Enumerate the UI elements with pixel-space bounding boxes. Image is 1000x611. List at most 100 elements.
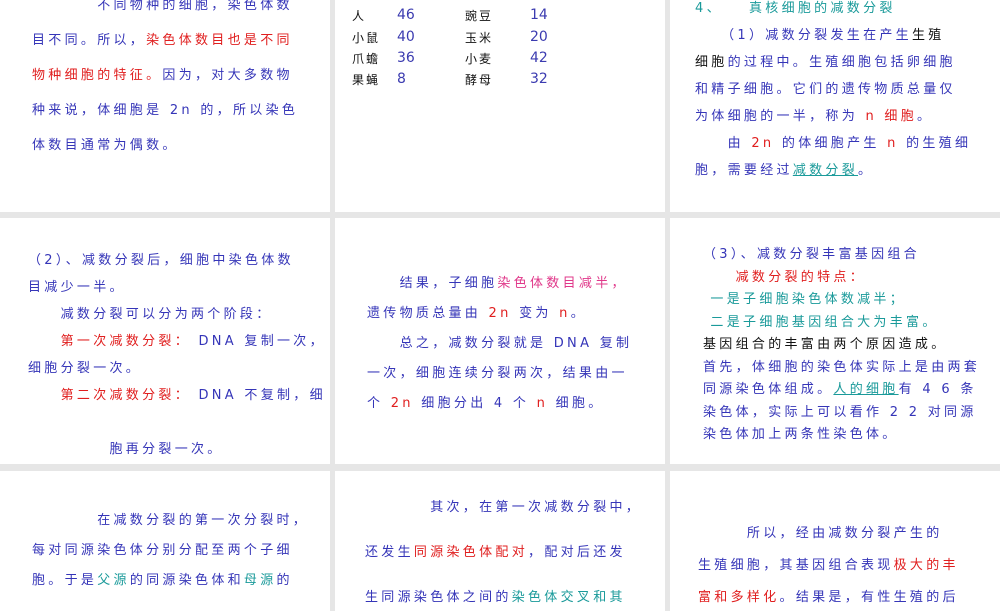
text-segment: 的生殖细	[898, 136, 972, 151]
text-segment: 人的细胞	[833, 382, 899, 397]
text-line: 在减数分裂的第一次分裂时，	[32, 506, 309, 536]
text-line: 二是子细胞基因组合大为丰富。	[703, 312, 980, 335]
text-line: 所以，经由减数分裂产生的	[698, 518, 959, 550]
text-segment: 第一次减数分裂：	[60, 334, 192, 349]
text-line: 胞，需要经过减数分裂。	[695, 157, 971, 184]
text-segment: 的体细胞产生	[774, 136, 888, 151]
text-line: 胞。于是父源的同源染色体和母源的	[32, 566, 309, 596]
text-line: 结果，子细胞染色体数目减半，	[367, 269, 632, 299]
text-segment: 细胞分出 4 个	[413, 396, 537, 411]
text-segment: （1）减数分裂发生在产生	[695, 28, 912, 43]
text-line: 不同物种的细胞，染色体数	[32, 0, 298, 23]
slide-text: 在减数分裂的第一次分裂时， 每对同源染色体分别分配至两个子细 胞。于是父源的同源染色…	[32, 506, 309, 596]
chromosome-count: 32	[530, 71, 548, 87]
text-line: 减数分裂可以分为两个阶段：	[28, 301, 326, 328]
slide-thumbnail-1[interactable]: 不同物种的细胞，染色体数 目不同。所以，染色体数目也是不同 物种细胞的特征。因为，对…	[0, 0, 330, 212]
text-segment: 目不同。所以，	[32, 33, 147, 48]
text-segment: 不同物种的细胞，染色体数	[32, 0, 293, 13]
text-line: 物种细胞的特征。因为，对大多数物	[32, 58, 298, 93]
text-segment: 父源	[97, 573, 130, 588]
slide-thumbnail-7[interactable]: 在减数分裂的第一次分裂时， 每对同源染色体分别分配至两个子细 胞。于是父源的同源染色…	[0, 471, 330, 611]
text-segment: 减数分裂	[792, 163, 859, 178]
chromosome-count: 40	[397, 29, 415, 45]
slide-text: 所以，经由减数分裂产生的 生殖细胞，其基因组合表现极大的丰 富和多样化。结果是，有性…	[698, 518, 959, 611]
text-segment: 同源染色体配对	[413, 545, 529, 560]
text-line: 每对同源染色体分别分配至两个子细	[32, 536, 309, 566]
chromosome-count: 14	[530, 7, 548, 23]
text-segment: 的过程中。生殖细胞包括卵细胞	[727, 55, 956, 70]
text-segment: 同源染色体组成。	[703, 382, 834, 397]
text-segment: 结果，子细胞	[367, 276, 498, 291]
text-segment: 物种细胞的特征。	[32, 68, 163, 83]
species-name: 玉米	[465, 31, 494, 45]
species-name: 小麦	[465, 52, 494, 66]
text-line: 种来说，体细胞是 2n 的，所以染色	[32, 93, 298, 128]
text-line: 一是子细胞染色体数减半；	[703, 289, 980, 312]
text-segment: 细胞分裂一次。	[28, 361, 143, 376]
text-line: 由 2n 的体细胞产生 n 的生殖细	[695, 130, 971, 157]
text-line: 为体细胞的一半，称为 n 细胞。	[695, 103, 971, 130]
text-segment: 一次，细胞连续分裂两次，结果由一	[367, 366, 628, 381]
text-segment: 生同源染色体之间的	[365, 590, 512, 605]
table-row: 小鼠 40 玉米 20	[335, 29, 665, 49]
text-segment: 体数目通常为偶数。	[32, 138, 179, 153]
text-segment: 的	[276, 573, 293, 588]
text-segment: 4、 真核细胞的减数分裂	[695, 1, 896, 16]
text-segment: 所以，经由减数分裂产生的	[698, 526, 943, 541]
text-segment: 2n	[751, 136, 775, 151]
text-line: 第二次减数分裂： DNA 不复制，细	[28, 382, 326, 409]
text-segment: 染色体加上两条性染色体。	[703, 427, 899, 442]
slide-thumbnail-3[interactable]: 4、 真核细胞的减数分裂 （1）减数分裂发生在产生生殖细胞的过程中。生殖细胞包括…	[670, 0, 1000, 212]
text-segment: 目减少一半。	[28, 280, 126, 295]
slide-thumbnail-4[interactable]: （2）、减数分裂后，细胞中染色体数 目减少一半。 减数分裂可以分为两个阶段： 第一…	[0, 218, 330, 464]
text-segment: 染色体数目减半，	[497, 276, 628, 291]
text-line: 遗传物质总量由 2n 变为 n。	[367, 299, 632, 329]
chromosome-count: 42	[530, 50, 548, 66]
slide-text: （2）、减数分裂后，细胞中染色体数 目减少一半。 减数分裂可以分为两个阶段： 第一…	[28, 247, 326, 463]
text-segment: 细胞	[695, 55, 728, 70]
text-line: 减数分裂的特点：	[703, 267, 980, 290]
text-line: 一次，细胞连续分裂两次，结果由一	[367, 359, 632, 389]
slide-thumbnail-5[interactable]: 结果，子细胞染色体数目减半， 遗传物质总量由 2n 变为 n。 总之，减数分裂就是…	[335, 218, 665, 464]
chromosome-count: 36	[397, 50, 415, 66]
slide-thumbnail-2[interactable]: 人 46 豌豆 14 小鼠 40 玉米 20 爪蟾 36 小麦 42 果蝇 8 酵母 32	[335, 0, 665, 212]
chromosome-count: 46	[397, 7, 415, 23]
text-segment: n	[559, 306, 571, 321]
text-segment: 生殖细胞，其基因组合表现	[698, 558, 894, 573]
text-segment: DNA 复制一次，	[191, 334, 326, 349]
text-line: 染色体加上两条性染色体。	[703, 424, 980, 447]
species-name: 人	[352, 9, 367, 23]
text-segment: 。结果是，有性生殖的后	[779, 590, 959, 605]
text-line: （3）、减数分裂丰富基因组合	[703, 244, 980, 267]
text-line: 细胞分裂一次。	[28, 355, 326, 382]
text-segment: 。	[917, 109, 934, 124]
text-line: 目减少一半。	[28, 274, 326, 301]
chromosome-count: 8	[397, 71, 406, 87]
slide-text: 4、 真核细胞的减数分裂 （1）减数分裂发生在产生生殖细胞的过程中。生殖细胞包括…	[695, 0, 971, 184]
text-segment: 细胞。	[548, 396, 605, 411]
slide-thumbnail-8[interactable]: 其次，在第一次减数分裂中， 还发生同源染色体配对，配对后还发 生同源染色体之间的染色…	[335, 471, 665, 611]
text-segment: 。	[570, 306, 587, 321]
text-line: 还发生同源染色体配对，配对后还发	[365, 530, 642, 575]
text-segment	[28, 388, 61, 403]
text-line: （1）减数分裂发生在产生生殖	[695, 22, 971, 49]
text-segment: 胞，需要经过	[695, 163, 793, 178]
slide-thumbnail-9[interactable]: 所以，经由减数分裂产生的 生殖细胞，其基因组合表现极大的丰 富和多样化。结果是，有性…	[670, 471, 1000, 611]
slide-text: （3）、减数分裂丰富基因组合 减数分裂的特点： 一是子细胞染色体数减半； 二是子…	[703, 244, 980, 447]
text-segment: 2n	[390, 396, 414, 411]
text-segment: 。	[858, 163, 875, 178]
slide-thumbnail-6[interactable]: （3）、减数分裂丰富基因组合 减数分裂的特点： 一是子细胞染色体数减半； 二是子…	[670, 218, 1000, 464]
text-segment: 首先，体细胞的染色体实际上是由两套	[703, 359, 981, 375]
table-row: 果蝇 8 酵母 32	[335, 71, 665, 91]
text-segment	[703, 270, 736, 285]
text-segment: 遗传物质总量由	[367, 306, 489, 321]
text-segment: 胞再分裂一次。	[28, 442, 224, 457]
species-name: 酵母	[465, 73, 494, 87]
text-segment: 有 4 6 条	[898, 382, 977, 397]
text-segment: 变为	[511, 306, 560, 321]
species-name: 果蝇	[352, 73, 381, 87]
text-line	[28, 409, 326, 436]
table-row: 人 46 豌豆 14	[335, 7, 665, 27]
table-row: 爪蟾 36 小麦 42	[335, 50, 665, 70]
text-line: 染色体，实际上可以看作 2 2 对同源	[703, 402, 980, 425]
